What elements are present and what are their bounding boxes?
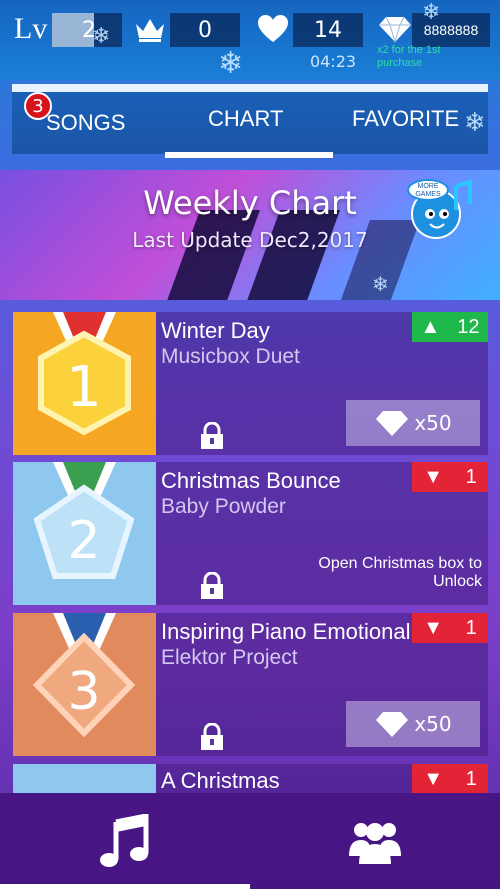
tab-songs[interactable]: SONGS [46,110,125,136]
tab-favorite[interactable]: FAVORITE [352,106,459,132]
snowflake-icon: ❄ [422,0,441,25]
weekly-chart-banner: Weekly Chart Last Update Dec2,2017 MORE … [0,170,500,300]
song-artist: Baby Powder [161,495,286,518]
snowflake-icon: ❄ [92,24,111,49]
unlock-price-button[interactable]: x50 [346,701,480,747]
song-title: Winter Day [161,318,270,343]
rank-number: 2 [67,511,100,571]
tab-chart[interactable]: CHART [208,106,283,132]
arrow-up-icon: ▲ [420,315,441,338]
lock-icon [201,723,223,750]
arrow-down-icon: ▼ [423,465,444,488]
price-value: x50 [414,411,452,435]
active-tab-indicator [165,152,333,158]
piano-key-decoration [159,210,261,300]
bronze-medal-icon: 3 [13,613,156,756]
rank-change-badge: ▼ 1 [412,613,488,643]
song-artist: Musicbox Duet [161,345,300,368]
diamond-icon [376,712,409,737]
silver-medal-icon: 2 [13,462,156,605]
unlock-price-button[interactable]: x50 [346,400,480,446]
rank-number: 3 [67,662,100,722]
snowflake-icon: ❄ [464,108,486,138]
crown-icon [136,19,164,42]
tab-bar: 3 SONGS CHART FAVORITE ❄ [12,84,488,158]
purchase-promo[interactable]: x2 for the 1st purchase [377,44,477,70]
song-title: A Christmas [161,768,280,793]
svg-text:GAMES: GAMES [415,191,441,198]
snowflake-icon: ❄ [372,272,389,296]
song-row[interactable]: 2 Christmas Bounce Baby Powder ▼ 1 Open … [13,462,488,605]
heart-icon [258,15,288,42]
diamond-icon [376,411,409,436]
more-games-icon[interactable]: MORE GAMES [404,176,476,242]
rank-change-badge: ▼ 1 [412,462,488,492]
rank-number: 1 [66,355,102,420]
lock-icon [201,422,223,449]
diamond-icon[interactable] [378,15,412,43]
friends-icon [349,823,401,864]
crown-count: 0 [170,13,240,47]
unlock-hint: Open Christmas box to Unlock [318,555,482,590]
rank-change-value: 1 [465,465,477,488]
song-title: Christmas Bounce [161,468,341,493]
arrow-down-icon: ▼ [423,616,444,639]
bottom-nav [0,793,500,889]
rank-change-value: 12 [457,315,480,338]
medal-icon [13,764,156,794]
song-title: Inspiring Piano Emotional [161,619,411,644]
lives-count: 14 [293,13,363,47]
rank-change-badge: ▼ 1 [412,764,488,794]
song-row[interactable]: 1 Winter Day Musicbox Duet ▲ 12 x50 [13,312,488,455]
song-artist: Elektor Project [161,646,298,669]
nav-friends-button[interactable] [250,793,500,889]
status-bar: Lv 2 0 14 04:23 8888888 x2 for the 1st p… [0,0,500,81]
rank-change-value: 1 [465,616,477,639]
rank-change-badge: ▲ 12 [412,312,488,342]
active-nav-indicator [0,884,250,889]
arrow-down-icon: ▼ [423,767,444,790]
price-value: x50 [414,712,452,736]
lives-timer: 04:23 [309,52,357,71]
nav-music-button[interactable] [0,793,250,889]
music-note-icon [100,814,149,867]
snowflake-icon: ❄ [218,46,244,81]
svg-text:MORE: MORE [418,183,439,190]
song-row[interactable]: A Christmas ▼ 1 [13,764,488,794]
level-value: 2 [52,13,122,47]
rank-change-value: 1 [465,767,477,790]
lock-icon [201,572,223,599]
gold-medal-icon: 1 [13,312,156,455]
level-label: Lv [14,12,48,45]
song-row[interactable]: 3 Inspiring Piano Emotional Elektor Proj… [13,613,488,756]
